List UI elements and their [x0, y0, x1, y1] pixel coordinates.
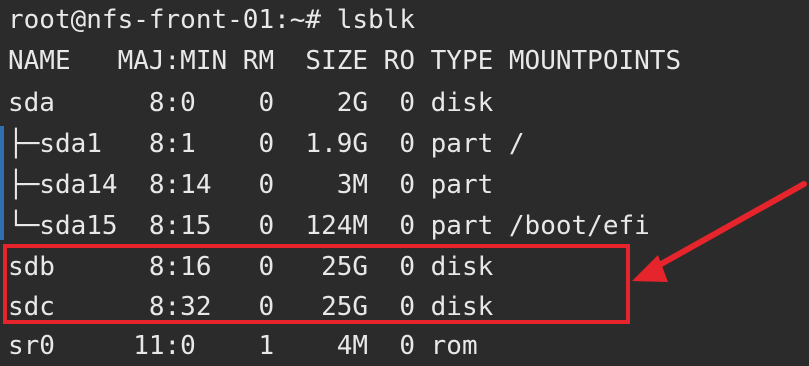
- terminal-gutter-marker: [0, 126, 4, 240]
- command-prompt-line: root@nfs-front-01:~# lsblk: [8, 5, 415, 35]
- lsblk-header: NAME MAJ:MIN RM SIZE RO TYPE MOUNTPOINTS: [8, 46, 682, 76]
- lsblk-row-sda15: └─sda15 8:15 0 124M 0 part /boot/efi: [8, 211, 650, 241]
- lsblk-row-sda14: ├─sda14 8:14 0 3M 0 part: [8, 170, 494, 200]
- lsblk-row-sr0: sr0 11:0 1 4M 0 rom: [8, 331, 478, 361]
- lsblk-row-sda1: ├─sda1 8:1 0 1.9G 0 part /: [8, 129, 525, 159]
- lsblk-row-sda: sda 8:0 0 2G 0 disk: [8, 88, 494, 118]
- terminal-window[interactable]: root@nfs-front-01:~# lsblk NAME MAJ:MIN …: [0, 0, 809, 361]
- annotation-highlight-box: [3, 244, 630, 324]
